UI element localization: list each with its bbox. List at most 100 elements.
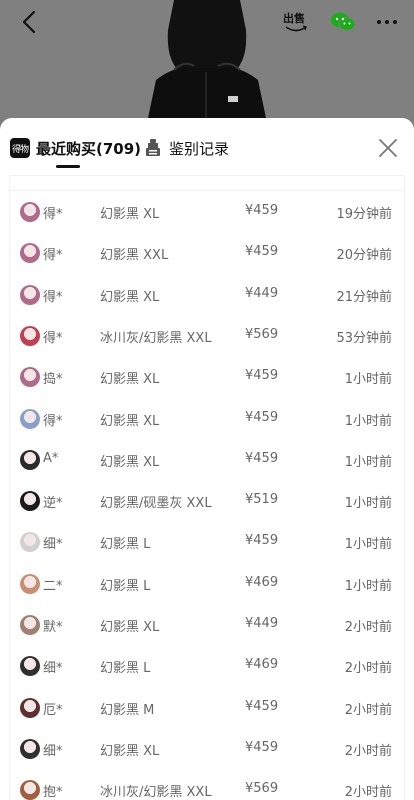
purchase-row: 得* 冰川灰/幻影黑 XXL ¥569 53分钟前 xyxy=(10,316,404,357)
sale-price: ¥459 xyxy=(245,698,279,714)
purchase-time: 1小时前 xyxy=(344,496,392,512)
product-spec: 幻影黑 XL xyxy=(100,289,160,305)
sale-price: ¥459 xyxy=(245,409,279,425)
sale-price: ¥459 xyxy=(245,244,279,260)
close-button[interactable] xyxy=(376,136,400,160)
purchase-row: 抱* 冰川灰/幻影黑 XXL ¥569 2小时前 xyxy=(10,770,404,800)
close-icon xyxy=(379,139,397,157)
purchase-row: 厄* 幻影黑 M ¥459 2小时前 xyxy=(10,688,404,729)
user-name: 细* xyxy=(43,661,63,677)
user-avatar xyxy=(20,738,40,759)
purchase-row: 细* 幻影黑 L ¥469 2小时前 xyxy=(10,646,404,687)
sale-price: ¥459 xyxy=(245,739,279,755)
product-spec: 幻影黑 M xyxy=(100,702,155,718)
user-avatar xyxy=(20,573,40,594)
tab-auth-label: 鉴别记录 xyxy=(169,139,230,158)
purchase-time: 2小时前 xyxy=(344,702,392,718)
wechat-icon xyxy=(331,12,356,31)
product-spec: 幻影黑 XXL xyxy=(100,248,169,264)
product-spec: 幻影黑 L xyxy=(100,661,151,677)
sell-arrows-icon xyxy=(285,25,307,32)
sale-price: ¥569 xyxy=(245,781,279,797)
product-spec: 幻影黑 XL xyxy=(100,454,160,470)
sale-price: ¥449 xyxy=(245,285,279,301)
user-name: 细* xyxy=(43,743,63,759)
purchase-row: 细* 幻影黑 L ¥459 1小时前 xyxy=(10,522,404,563)
tab-recent-label: 最近购买(709) xyxy=(36,139,142,158)
purchase-row: 二* 幻影黑 L ¥469 1小时前 xyxy=(10,564,404,605)
purchase-row: 逆* 幻影黑/砚墨灰 XXL ¥519 1小时前 xyxy=(10,481,404,522)
purchase-time: 1小时前 xyxy=(344,537,392,553)
sell-label: 出售 xyxy=(283,12,305,25)
user-name: 得* xyxy=(43,207,63,222)
user-avatar xyxy=(20,408,40,429)
product-spec: 幻影黑 L xyxy=(100,537,151,553)
sheet-tabs: 得物 最近购买(709) 鉴别记录 xyxy=(0,118,414,176)
purchase-list[interactable]: 得* 幻影黑 XL ¥459 19分钟前 得* 幻影黑 XXL ¥459 20分钟前 得* 幻影黑… xyxy=(10,176,404,800)
user-avatar xyxy=(20,284,40,305)
user-name: 抱* xyxy=(43,785,63,800)
product-spec: 冰川灰/幻影黑 XXL xyxy=(100,785,212,800)
product-image-area: 出售 xyxy=(0,0,414,118)
chevron-left-icon xyxy=(22,10,36,34)
user-avatar xyxy=(20,449,40,470)
user-avatar xyxy=(20,325,40,346)
active-tab-indicator xyxy=(56,165,80,168)
purchase-time: 1小时前 xyxy=(344,454,392,470)
purchase-row: 捣* 幻影黑 XL ¥459 1小时前 xyxy=(10,357,404,398)
sale-price: ¥459 xyxy=(245,368,279,384)
dewu-logo-text: 得物 xyxy=(11,144,29,155)
user-name: A* xyxy=(43,450,59,466)
purchase-row: 得* 幻影黑 XL ¥459 19分钟前 xyxy=(10,192,404,233)
user-avatar xyxy=(20,243,40,264)
product-spec: 幻影黑 XL xyxy=(100,207,160,222)
user-name: 二* xyxy=(43,578,63,594)
product-spec: 幻影黑/砚墨灰 XXL xyxy=(100,496,212,512)
purchase-row: 得* 幻影黑 XXL ¥459 20分钟前 xyxy=(10,233,404,274)
user-name: 得* xyxy=(43,330,63,346)
sale-price: ¥459 xyxy=(245,533,279,549)
purchase-records-sheet: 得物 最近购买(709) 鉴别记录 得* 幻影黑 XL ¥459 19分钟前 得* 幻影黑… xyxy=(0,118,414,800)
tab-authentication-records[interactable]: 鉴别记录 xyxy=(144,135,229,161)
sale-price: ¥449 xyxy=(245,616,279,631)
sell-button[interactable]: 出售 xyxy=(280,6,312,38)
user-avatar xyxy=(20,532,40,553)
user-avatar xyxy=(20,491,40,512)
user-avatar xyxy=(20,780,40,800)
sale-price: ¥459 xyxy=(245,203,279,218)
user-name: 默* xyxy=(43,620,63,635)
purchase-time: 19分钟前 xyxy=(336,207,392,222)
back-button[interactable] xyxy=(12,6,46,38)
user-name: 得* xyxy=(43,413,63,429)
product-jacket-image xyxy=(148,0,266,118)
product-spec: 幻影黑 XL xyxy=(100,743,160,759)
user-name: 逆* xyxy=(43,496,63,512)
purchase-time: 20分钟前 xyxy=(336,248,392,264)
purchase-time: 1小时前 xyxy=(344,578,392,594)
purchase-time: 53分钟前 xyxy=(336,330,392,346)
user-name: 厄* xyxy=(43,702,63,718)
purchase-row: 默* 幻影黑 XL ¥449 2小时前 xyxy=(10,605,404,646)
user-name: 得* xyxy=(43,248,63,264)
purchase-row: A* 幻影黑 XL ¥459 1小时前 xyxy=(10,440,404,481)
sale-price: ¥469 xyxy=(245,574,279,590)
purchase-time: 2小时前 xyxy=(344,620,392,635)
list-divider xyxy=(10,190,404,191)
purchase-time: 1小时前 xyxy=(344,413,392,429)
dewu-logo-icon: 得物 xyxy=(10,138,30,158)
purchase-time: 1小时前 xyxy=(344,372,392,388)
user-name: 捣* xyxy=(43,372,63,388)
purchase-time: 2小时前 xyxy=(344,743,392,759)
tab-recent-purchases[interactable]: 得物 最近购买(709) xyxy=(10,135,141,161)
wechat-share-button[interactable] xyxy=(328,6,358,38)
sale-price: ¥459 xyxy=(245,450,279,466)
user-avatar xyxy=(20,615,40,635)
product-spec: 幻影黑 XL xyxy=(100,413,160,429)
sale-price: ¥569 xyxy=(245,326,279,342)
authentication-icon xyxy=(146,139,160,156)
user-avatar xyxy=(20,656,40,677)
purchase-row: 得* 幻影黑 XL ¥449 21分钟前 xyxy=(10,275,404,316)
user-name: 得* xyxy=(43,289,63,305)
purchase-time: 21分钟前 xyxy=(336,289,392,305)
more-options-button[interactable] xyxy=(372,6,402,38)
